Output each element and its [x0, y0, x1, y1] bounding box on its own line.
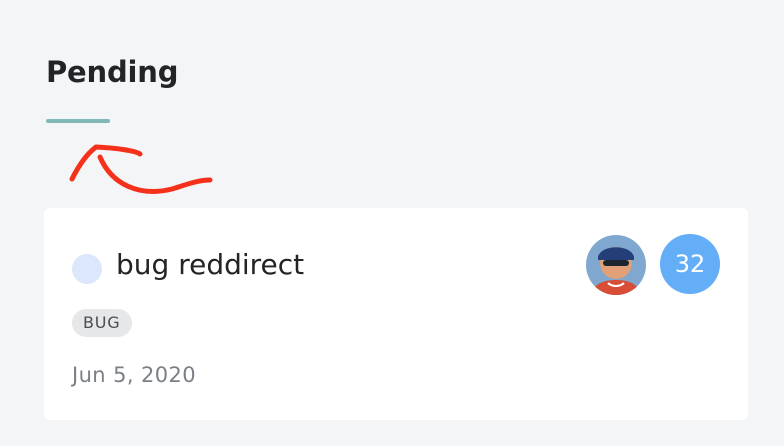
tag-badge: BUG: [72, 309, 132, 337]
avatar[interactable]: [586, 235, 646, 295]
page-title: Pending: [46, 55, 179, 89]
active-tab-indicator: [46, 119, 110, 123]
count-badge: 32: [660, 234, 720, 294]
card-title[interactable]: bug reddirect: [116, 247, 304, 283]
task-card[interactable]: bug reddirect BUG Jun 5, 2020 32: [44, 208, 748, 420]
status-circle-icon[interactable]: [72, 254, 102, 284]
card-date: Jun 5, 2020: [72, 363, 197, 387]
hand-drawn-arrow-icon: [69, 144, 213, 194]
